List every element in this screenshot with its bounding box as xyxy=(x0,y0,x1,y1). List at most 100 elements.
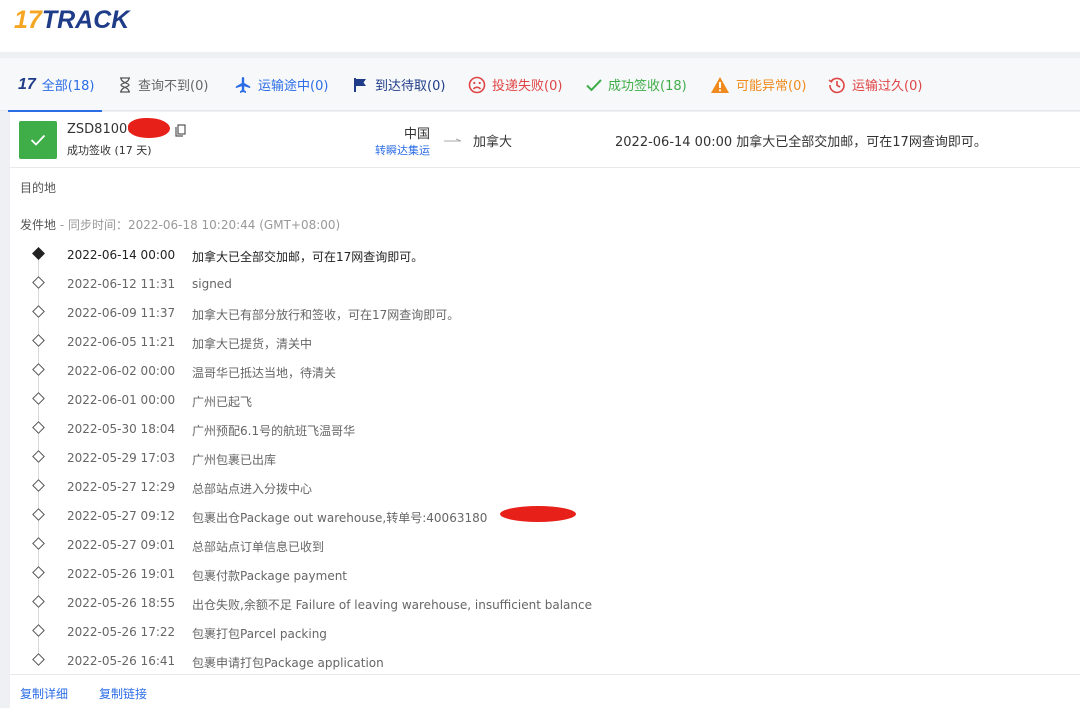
event-time: 2022-05-29 17:03 xyxy=(67,451,176,465)
event-desc: 温哥华已抵达当地，待清关 xyxy=(192,366,337,380)
event-desc: 总部站点进入分拨中心 xyxy=(192,482,313,496)
destination-country: 加拿大 xyxy=(473,135,513,150)
event-time: 2022-06-02 00:00 xyxy=(67,364,176,378)
clock-history-icon xyxy=(828,76,846,94)
tab-delivered[interactable]: 成功签收(18) xyxy=(586,58,687,111)
event-desc: 出仓失败,余额不足 Failure of leaving warehouse, … xyxy=(192,598,592,612)
event-desc: 总部站点订单信息已收到 xyxy=(192,540,325,554)
timeline-dot-icon xyxy=(32,247,45,260)
timeline-dot-icon xyxy=(32,276,45,289)
redaction-mark xyxy=(500,506,576,522)
hourglass-icon xyxy=(118,76,132,93)
redaction-mark xyxy=(128,118,170,138)
tab-in-transit-label: 运输途中(0) xyxy=(258,79,329,94)
latest-event: 2022-06-14 00:00 加拿大已全部交加邮，可在17网查询即可。 xyxy=(615,135,987,150)
event-time: 2022-06-12 11:31 xyxy=(67,277,176,291)
timeline-event: 2022-05-27 12:29 总部站点进入分拨中心 xyxy=(10,472,1010,501)
tab-all-label: 全部(18) xyxy=(41,79,95,94)
event-desc: 加拿大已提货，清关中 xyxy=(192,337,313,351)
timeline-dot-icon xyxy=(32,595,45,608)
flag-icon xyxy=(353,77,369,93)
event-desc: 加拿大已有部分放行和签收，可在17网查询即可。 xyxy=(192,308,460,322)
shipment-summary-row[interactable]: ZSD81000 成功签收 (17 天) 中国 转瞬达集运 加拿大 2022-0… xyxy=(10,112,1080,168)
timeline-event: 2022-05-26 16:41 包裹申请打包Package applicatio… xyxy=(10,646,1010,675)
tab-undelivered-label: 投递失败(0) xyxy=(492,79,563,94)
warning-icon xyxy=(710,76,730,94)
status-tabs: 17 全部(18) 查询不到(0) 运输途中(0) 到达待取(0) 投递失败(0… xyxy=(0,58,1080,112)
tab-not-found-label: 查询不到(0) xyxy=(138,79,209,94)
logo-number: 17 xyxy=(14,6,42,34)
tab-undelivered[interactable]: 投递失败(0) xyxy=(468,58,562,111)
tab-expired-label: 运输过久(0) xyxy=(852,79,923,94)
tracking-panel: ZSD81000 成功签收 (17 天) 中国 转瞬达集运 加拿大 2022-0… xyxy=(10,112,1080,708)
tracking-number: ZSD81000 xyxy=(67,122,136,137)
timeline-dot-icon xyxy=(32,392,45,405)
timeline-dot-icon xyxy=(32,537,45,550)
tab-not-found[interactable]: 查询不到(0) xyxy=(118,58,208,111)
event-time: 2022-05-30 18:04 xyxy=(67,422,176,436)
event-time: 2022-06-05 11:21 xyxy=(67,335,176,349)
carrier-link[interactable]: 转瞬达集运 xyxy=(360,142,430,158)
event-desc: 包裹出仓Package out warehouse,转单号:40063180 xyxy=(192,511,488,525)
timeline-event: 2022-06-01 00:00 广州已起飞 xyxy=(10,385,1010,414)
origin-section-title: 发件地 - 同步时间：2022-06-18 10:20:44 (GMT+08:0… xyxy=(20,216,340,233)
timeline-event: 2022-06-05 11:21 加拿大已提货，清关中 xyxy=(10,327,1010,356)
delivery-status-text: 成功签收 (17 天) xyxy=(67,144,152,157)
tab-alert[interactable]: 可能异常(0) xyxy=(710,58,806,111)
tab-in-transit[interactable]: 运输途中(0) xyxy=(234,58,328,111)
event-desc: 广州预配6.1号的航班飞温哥华 xyxy=(192,424,356,438)
17track-logo[interactable]: 17 TRACK xyxy=(14,6,129,36)
timeline-event: 2022-05-30 18:04 广州预配6.1号的航班飞温哥华 xyxy=(10,414,1010,443)
timeline-dot-icon xyxy=(32,479,45,492)
delivered-status-icon xyxy=(19,121,57,159)
event-desc: 包裹申请打包Package application xyxy=(192,656,384,670)
origin-country: 中国 xyxy=(403,127,430,142)
event-time: 2022-05-27 12:29 xyxy=(67,480,176,494)
event-desc: 包裹打包Parcel packing xyxy=(192,627,327,641)
airplane-icon xyxy=(234,76,252,94)
event-time: 2022-06-09 11:37 xyxy=(67,306,176,320)
copy-link-link[interactable]: 复制链接 xyxy=(99,685,147,702)
timeline-dot-icon xyxy=(32,334,45,347)
checkmark-icon xyxy=(586,78,602,92)
timeline-dot-icon xyxy=(32,305,45,318)
event-time: 2022-06-14 00:00 xyxy=(67,248,176,262)
event-desc: 包裹付款Package payment xyxy=(192,569,348,583)
route-arrow-icon xyxy=(443,133,463,148)
copy-details-link[interactable]: 复制详细 xyxy=(20,685,68,702)
timeline-event: 2022-06-14 00:00 加拿大已全部交加邮，可在17网查询即可。 xyxy=(10,240,1010,269)
timeline-dot-icon xyxy=(32,508,45,521)
timeline-event: 2022-06-02 00:00 温哥华已抵达当地，待清关 xyxy=(10,356,1010,385)
destination-section-title: 目的地 xyxy=(20,181,57,195)
event-desc: 广州包裹已出库 xyxy=(192,453,277,467)
timeline-dot-icon xyxy=(32,450,45,463)
event-desc: 广州已起飞 xyxy=(192,395,253,409)
timeline-event: 2022-06-12 11:31 signed xyxy=(10,269,1010,298)
origin-label: 发件地 xyxy=(20,218,57,232)
event-desc: signed xyxy=(192,277,232,291)
logo-word: TRACK xyxy=(41,6,130,34)
tab-all[interactable]: 17 全部(18) xyxy=(7,58,104,112)
top-bar: 17 TRACK xyxy=(0,0,1080,52)
panel-footer: 复制详细 复制链接 xyxy=(10,674,1080,708)
timeline-dot-icon xyxy=(32,566,45,579)
timeline-event: 2022-05-29 17:03 广州包裹已出库 xyxy=(10,443,1010,472)
timeline-event: 2022-06-09 11:37 加拿大已有部分放行和签收，可在17网查询即可。 xyxy=(10,298,1010,327)
tab-alert-label: 可能异常(0) xyxy=(736,79,807,94)
tab-delivered-label: 成功签收(18) xyxy=(608,79,687,94)
sad-face-icon xyxy=(468,76,486,94)
tab-expired[interactable]: 运输过久(0) xyxy=(828,58,922,111)
timeline-event: 2022-05-26 19:01 包裹付款Package payment xyxy=(10,559,1010,588)
tab-pickup[interactable]: 到达待取(0) xyxy=(353,58,445,111)
17-logo-icon: 17 xyxy=(18,75,36,93)
event-time: 2022-06-01 00:00 xyxy=(67,393,176,407)
event-time: 2022-05-26 18:55 xyxy=(67,596,176,610)
event-time: 2022-05-27 09:01 xyxy=(67,538,176,552)
sync-time: - 同步时间：2022-06-18 10:20:44 (GMT+08:00) xyxy=(56,218,341,232)
copy-icon[interactable] xyxy=(175,124,186,141)
timeline-dot-icon xyxy=(32,624,45,637)
timeline-event: 2022-05-26 18:55 出仓失败,余额不足 Failure of lea… xyxy=(10,588,1010,617)
event-time: 2022-05-26 19:01 xyxy=(67,567,176,581)
timeline-dot-icon xyxy=(32,363,45,376)
event-time: 2022-05-27 09:12 xyxy=(67,509,176,523)
